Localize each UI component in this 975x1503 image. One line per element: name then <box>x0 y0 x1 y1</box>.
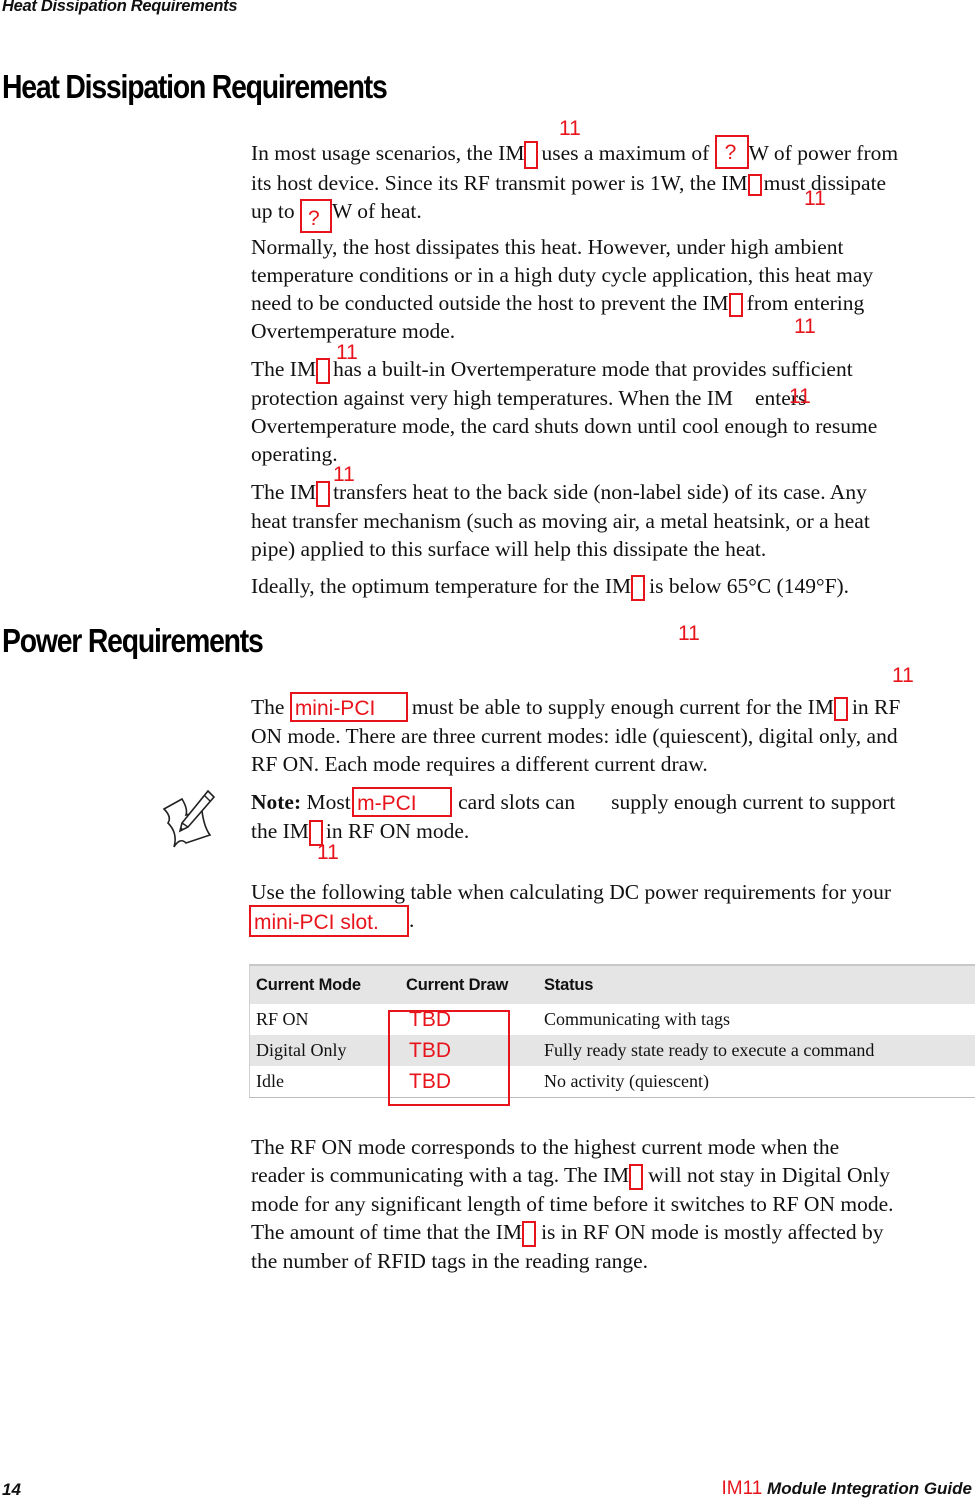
heat-paragraph-3: The IM has a built-in Overtemperature mod… <box>251 357 878 467</box>
heat-paragraph-5: Ideally, the optimum temperature for the… <box>251 572 973 602</box>
table-row: Idle TBD No activity (quiescent) <box>256 1069 709 1093</box>
column-header: Status <box>538 965 975 1004</box>
note-pencil-icon <box>162 789 216 848</box>
markup-box <box>747 174 762 197</box>
markup-box-m-pci: m-PCI <box>352 787 453 818</box>
running-header: Heat Dissipation Requirements <box>2 0 238 15</box>
markup-box-current-draw <box>388 1010 510 1106</box>
column-header: Current Mode <box>249 965 400 1004</box>
section-title-heat-dissipation: Heat Dissipation Requirements <box>2 68 388 105</box>
markup-label-11: 11 <box>789 385 811 408</box>
markup-box-unknown: ? <box>714 135 749 170</box>
markup-box <box>524 141 539 170</box>
power-paragraph-3: The RF ON mode corresponds to the highes… <box>251 1135 894 1274</box>
heat-paragraph-4: The IM transfers heat to the back side (n… <box>251 480 870 562</box>
footer-guide-title: IM11 Module Integration Guide <box>721 1478 972 1499</box>
table-header-row: Current Mode Current Draw Status <box>249 965 975 1004</box>
table-row: Digital Only TBD Fully ready state ready… <box>249 1035 975 1066</box>
heat-paragraph-1: In most usage scenarios, the IM uses a ma… <box>251 135 973 234</box>
footer-model: IM11 <box>721 1478 763 1499</box>
markup-label-11: 11 <box>336 341 358 364</box>
markup-box <box>833 697 848 722</box>
table-row: RF ON TBD Communicating with tags <box>256 1007 730 1031</box>
markup-box <box>316 358 331 385</box>
markup-box <box>522 1221 537 1248</box>
column-header: Current Draw <box>400 965 538 1004</box>
markup-label-11: 11 <box>678 622 700 645</box>
markup-label-11: 11 <box>804 187 826 210</box>
markup-label-11: 11 <box>794 315 816 338</box>
markup-box <box>629 1164 644 1191</box>
markup-box-mini-pci: mini-PCI <box>289 692 408 723</box>
current-modes-table: Current Mode Current Draw Status RF ON T… <box>249 964 975 1098</box>
markup-box-mini-pci-slot: mini-PCI slot. <box>249 905 409 938</box>
heat-paragraph-2: Normally, the host dissipates this heat.… <box>251 235 874 344</box>
markup-box <box>631 575 646 602</box>
markup-box-unknown: ? <box>299 199 332 234</box>
markup-box <box>728 293 743 318</box>
markup-label-11: 11 <box>892 664 914 687</box>
note: Note: Most m-PCI card slots can supply eno… <box>251 787 973 847</box>
markup-label-11: 11 <box>559 117 581 140</box>
markup-box <box>308 820 323 847</box>
power-paragraph-2: Use the following table when calculating… <box>249 878 973 938</box>
section-title-power: Power Requirements <box>2 622 264 659</box>
power-paragraph-1: The mini-PCI must be able to supply enoug… <box>251 692 973 778</box>
page-number: 14 <box>2 1480 21 1499</box>
markup-box <box>316 481 331 508</box>
markup-label-11: 11 <box>333 463 355 486</box>
